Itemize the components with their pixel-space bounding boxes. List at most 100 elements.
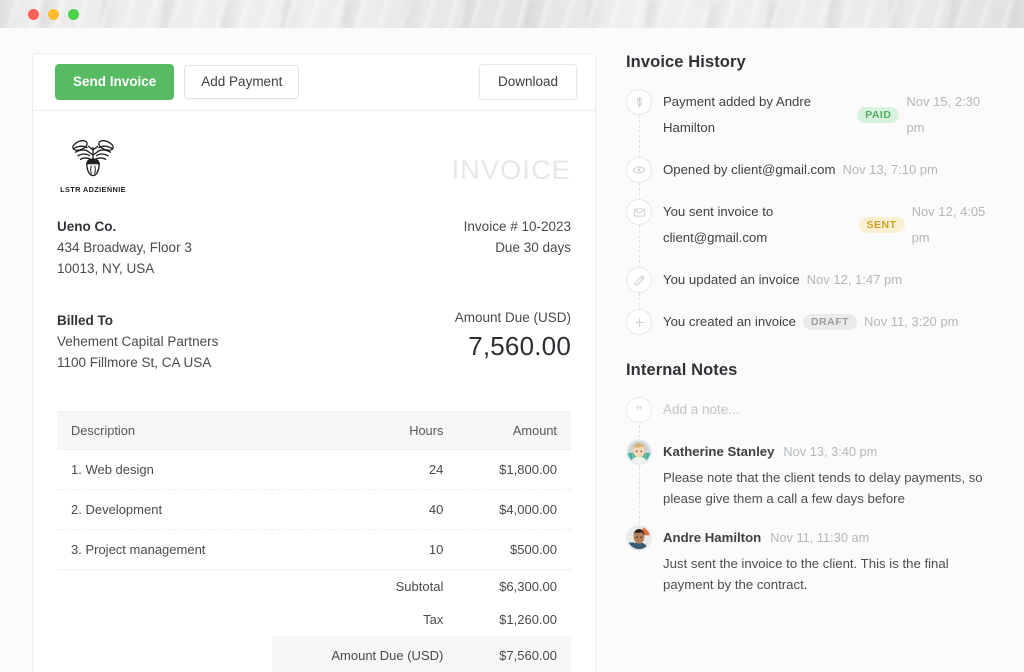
row-hours: 10 bbox=[272, 530, 457, 570]
close-window-button[interactable] bbox=[28, 9, 39, 20]
row-description: 1. Web design bbox=[57, 450, 272, 490]
invoice-watermark: INVOICE bbox=[452, 155, 571, 186]
total-value: $7,560.00 bbox=[457, 636, 571, 672]
invoice-meta: Invoice # 10-2023 Due 30 days bbox=[464, 216, 571, 279]
status-badge: DRAFT bbox=[803, 314, 857, 331]
add-payment-button[interactable]: Add Payment bbox=[184, 65, 299, 99]
acorn-leaves-icon bbox=[64, 137, 122, 181]
amount-due-block: Amount Due (USD) 7,560.00 bbox=[455, 310, 571, 362]
billed-to-label: Billed To bbox=[57, 310, 218, 331]
history-item-text: Payment added by Andre Hamilton bbox=[663, 89, 850, 141]
history-item-date: Nov 13, 7:10 pm bbox=[842, 157, 937, 183]
app-container: Send Invoice Add Payment Download bbox=[0, 28, 1024, 672]
table-row: 1. Web design 24 $1,800.00 bbox=[57, 450, 571, 490]
minimize-window-button[interactable] bbox=[48, 9, 59, 20]
avatar bbox=[626, 525, 652, 551]
total-spacer bbox=[57, 636, 272, 672]
billed-to-line-2: 1100 Fillmore St, CA USA bbox=[57, 352, 218, 373]
invoice-toolbar: Send Invoice Add Payment Download bbox=[33, 54, 595, 111]
row-amount: $4,000.00 bbox=[457, 490, 571, 530]
note-header: Andre Hamilton Nov 11, 11:30 am bbox=[663, 525, 994, 551]
billed-block: Billed To Vehement Capital Partners 1100… bbox=[57, 310, 571, 373]
note-header: Katherine Stanley Nov 13, 3:40 pm bbox=[663, 439, 994, 465]
avatar bbox=[626, 439, 652, 465]
status-badge: PAID bbox=[857, 107, 899, 124]
history-item-content: Payment added by Andre Hamilton PAID Nov… bbox=[663, 89, 994, 141]
table-head: Description Hours Amount bbox=[57, 412, 571, 450]
dollar-icon bbox=[626, 89, 652, 115]
row-amount: $1,800.00 bbox=[457, 450, 571, 490]
subtotal-spacer bbox=[57, 570, 272, 604]
invoice-history-timeline: Payment added by Andre Hamilton PAID Nov… bbox=[626, 89, 994, 335]
history-item-content: Opened by client@gmail.com Nov 13, 7:10 … bbox=[663, 157, 938, 183]
note-content: Katherine Stanley Nov 13, 3:40 pm Please… bbox=[663, 439, 994, 509]
table-row: 2. Development 40 $4,000.00 bbox=[57, 490, 571, 530]
sidebar-column: Invoice History Payment added by Andre H… bbox=[596, 28, 1024, 672]
invoice-terms: Due 30 days bbox=[464, 237, 571, 258]
history-item-date: Nov 12, 1:47 pm bbox=[807, 267, 902, 293]
send-invoice-button[interactable]: Send Invoice bbox=[55, 64, 174, 100]
history-item[interactable]: You created an invoice DRAFT Nov 11, 3:2… bbox=[626, 309, 994, 335]
row-amount: $500.00 bbox=[457, 530, 571, 570]
note-date: Nov 13, 3:40 pm bbox=[783, 439, 877, 465]
table-row: 3. Project management 10 $500.00 bbox=[57, 530, 571, 570]
amount-due-label: Amount Due (USD) bbox=[455, 310, 571, 325]
maximize-window-button[interactable] bbox=[68, 9, 79, 20]
table-body: 1. Web design 24 $1,800.00 2. Developmen… bbox=[57, 450, 571, 672]
history-item-text: Opened by client@gmail.com bbox=[663, 157, 835, 183]
history-item[interactable]: You updated an invoice Nov 12, 1:47 pm bbox=[626, 267, 994, 309]
pencil-icon bbox=[626, 267, 652, 293]
invoice-body: LSTR ADZIEŃNIE INVOICE Ueno Co. 434 Broa… bbox=[33, 111, 595, 672]
column-header-amount: Amount bbox=[457, 412, 571, 450]
invoice-column: Send Invoice Add Payment Download bbox=[0, 28, 596, 672]
quote-glyph: ” bbox=[636, 403, 643, 418]
sender-name: Ueno Co. bbox=[57, 216, 192, 237]
internal-notes-section: Internal Notes ” Add a note... bbox=[626, 361, 994, 595]
history-item[interactable]: Opened by client@gmail.com Nov 13, 7:10 … bbox=[626, 157, 994, 199]
invoice-number: Invoice # 10-2023 bbox=[464, 216, 571, 237]
history-item-content: You updated an invoice Nov 12, 1:47 pm bbox=[663, 267, 902, 293]
sender-line-1: 434 Broadway, Floor 3 bbox=[57, 237, 192, 258]
column-header-description: Description bbox=[57, 412, 272, 450]
history-item[interactable]: Payment added by Andre Hamilton PAID Nov… bbox=[626, 89, 994, 157]
note-author: Andre Hamilton bbox=[663, 525, 761, 551]
tax-spacer bbox=[57, 603, 272, 636]
add-note-input[interactable]: Add a note... bbox=[663, 397, 740, 423]
history-item-content: You created an invoice DRAFT Nov 11, 3:2… bbox=[663, 309, 958, 335]
sender-address: Ueno Co. 434 Broadway, Floor 3 10013, NY… bbox=[57, 216, 192, 279]
tax-label: Tax bbox=[272, 603, 457, 636]
window-title-bar bbox=[0, 0, 1024, 28]
history-item[interactable]: You sent invoice to client@gmail.com SEN… bbox=[626, 199, 994, 267]
billed-to-line-1: Vehement Capital Partners bbox=[57, 331, 218, 352]
subtotal-value: $6,300.00 bbox=[457, 570, 571, 604]
eye-icon bbox=[626, 157, 652, 183]
table-header-row: Description Hours Amount bbox=[57, 412, 571, 450]
notes-list: ” Add a note... bbox=[626, 397, 994, 595]
sender-line-2: 10013, NY, USA bbox=[57, 258, 192, 279]
avatar-photo-andre bbox=[627, 525, 651, 551]
tax-value: $1,260.00 bbox=[457, 603, 571, 636]
status-badge: SENT bbox=[859, 217, 905, 234]
download-button[interactable]: Download bbox=[479, 64, 577, 100]
add-note-row[interactable]: ” Add a note... bbox=[626, 397, 994, 439]
address-block: Ueno Co. 434 Broadway, Floor 3 10013, NY… bbox=[57, 216, 571, 279]
internal-notes-title: Internal Notes bbox=[626, 361, 994, 380]
note-item: Katherine Stanley Nov 13, 3:40 pm Please… bbox=[626, 439, 994, 525]
history-item-date: Nov 12, 4:05 pm bbox=[912, 199, 994, 251]
note-content: Andre Hamilton Nov 11, 11:30 am Just sen… bbox=[663, 525, 994, 595]
billed-to: Billed To Vehement Capital Partners 1100… bbox=[57, 310, 218, 373]
note-item: Andre Hamilton Nov 11, 11:30 am Just sen… bbox=[626, 525, 994, 595]
row-description: 2. Development bbox=[57, 490, 272, 530]
note-text: Just sent the invoice to the client. Thi… bbox=[663, 553, 994, 595]
history-item-text: You sent invoice to client@gmail.com bbox=[663, 199, 852, 251]
note-author: Katherine Stanley bbox=[663, 439, 774, 465]
window-traffic-lights[interactable] bbox=[28, 9, 79, 20]
company-logo-text: LSTR ADZIEŃNIE bbox=[57, 185, 129, 194]
history-item-text: You created an invoice bbox=[663, 309, 796, 335]
column-header-hours: Hours bbox=[272, 412, 457, 450]
invoice-history-title: Invoice History bbox=[626, 53, 994, 72]
quote-icon: ” bbox=[626, 397, 652, 423]
plus-icon bbox=[626, 309, 652, 335]
envelope-icon bbox=[626, 199, 652, 225]
tax-row: Tax $1,260.00 bbox=[57, 603, 571, 636]
